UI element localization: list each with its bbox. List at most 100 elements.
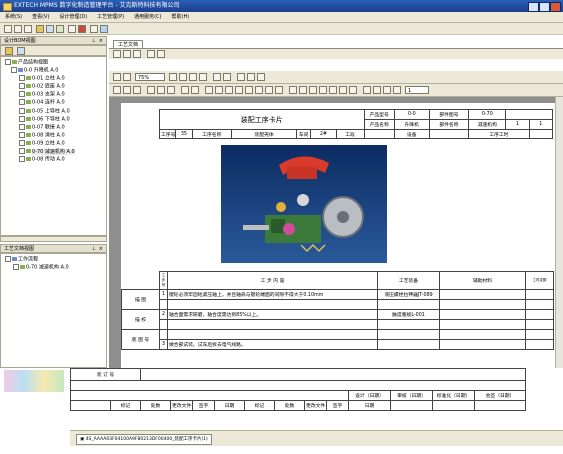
save-icon[interactable] bbox=[24, 25, 32, 33]
tree-item-selected[interactable]: 0-70 减速机构 A.0 bbox=[5, 264, 106, 272]
tree-item[interactable]: 0-05 上导柱 A.0 bbox=[5, 107, 106, 116]
circle-icon[interactable] bbox=[255, 86, 263, 94]
menu-process[interactable]: 工艺管理(P) bbox=[92, 12, 129, 23]
sign-label: 更改文件号 bbox=[170, 400, 194, 411]
align-left-icon[interactable] bbox=[113, 86, 121, 94]
bom-filter-icon[interactable] bbox=[17, 47, 25, 55]
copy-icon[interactable] bbox=[46, 25, 54, 33]
fill-icon[interactable] bbox=[299, 86, 307, 94]
new-icon[interactable] bbox=[4, 25, 12, 33]
menu-design[interactable]: 设计管理(D) bbox=[54, 12, 92, 23]
align-center-icon[interactable] bbox=[123, 86, 131, 94]
property-icon[interactable] bbox=[349, 86, 357, 94]
rect-icon[interactable] bbox=[265, 86, 273, 94]
text-icon[interactable] bbox=[205, 86, 213, 94]
zoom-select[interactable]: 75% bbox=[135, 73, 165, 81]
image-icon[interactable] bbox=[215, 86, 223, 94]
prev-page-icon[interactable] bbox=[373, 86, 381, 94]
blank bbox=[505, 109, 553, 120]
tree-item[interactable]: 0-06 下导柱 A.0 bbox=[5, 115, 106, 124]
main-toolbar bbox=[0, 23, 563, 35]
zoom-out-icon[interactable] bbox=[179, 73, 187, 81]
open-icon[interactable] bbox=[14, 25, 22, 33]
tree-item[interactable]: 0-02 底座 A.0 bbox=[5, 83, 106, 91]
menu-view[interactable]: 查看(V) bbox=[27, 12, 54, 23]
tree-root[interactable]: 产品结构视图 bbox=[5, 59, 106, 67]
close-button[interactable] bbox=[550, 2, 561, 12]
panel-close-icon[interactable]: × bbox=[99, 245, 103, 253]
doc-preview-icon[interactable] bbox=[147, 50, 155, 58]
tree-item[interactable]: 0-08 传动 A.0 bbox=[5, 156, 106, 164]
minimize-button[interactable] bbox=[528, 2, 539, 12]
maximize-button[interactable] bbox=[539, 2, 550, 12]
page-select[interactable]: 1 bbox=[405, 86, 429, 94]
properties-icon[interactable] bbox=[90, 25, 98, 33]
last-page-icon[interactable] bbox=[393, 86, 401, 94]
align-right-icon[interactable] bbox=[133, 86, 141, 94]
folder-icon[interactable] bbox=[36, 25, 44, 33]
redo-icon[interactable] bbox=[123, 73, 131, 81]
column-icon[interactable] bbox=[167, 86, 175, 94]
table-icon[interactable] bbox=[147, 86, 155, 94]
tree-item[interactable]: 0-09 立柱 A.0 bbox=[5, 139, 106, 148]
tree-item[interactable]: 0-03 支架 A.0 bbox=[5, 91, 106, 99]
sheet-icon[interactable] bbox=[319, 86, 327, 94]
select-icon[interactable] bbox=[223, 73, 231, 81]
row-icon[interactable] bbox=[157, 86, 165, 94]
frame-icon[interactable] bbox=[309, 86, 317, 94]
mirror-icon[interactable] bbox=[247, 73, 255, 81]
tree-item[interactable]: 0-08 滑柱 A.0 bbox=[5, 131, 106, 140]
tree-item[interactable]: 0-01 立柱 A.0 bbox=[5, 75, 106, 83]
zoom-in-icon[interactable] bbox=[169, 73, 177, 81]
arrow-icon[interactable] bbox=[245, 86, 253, 94]
lower-area: 装 订 号 设计（日期） 审核（日期） 标准化（日期） 会签（日期） 标记 处数… bbox=[0, 368, 563, 430]
menu-bar: 系统(S) 查看(V) 设计管理(D) 工艺管理(P) 通用服务(C) 帮助(H) bbox=[0, 12, 563, 23]
zoom-fit-icon[interactable] bbox=[189, 73, 197, 81]
line-icon[interactable] bbox=[235, 86, 243, 94]
print-icon[interactable] bbox=[68, 25, 76, 33]
menu-common[interactable]: 通用服务(C) bbox=[129, 12, 166, 23]
tree-node-top[interactable]: 0-0 升降机 A.0 bbox=[5, 67, 106, 75]
tree-item-selected[interactable]: 0-70 减速机构 A.0 bbox=[5, 148, 106, 156]
rotate-icon[interactable] bbox=[237, 73, 245, 81]
paste-icon[interactable] bbox=[56, 25, 64, 33]
blank bbox=[167, 329, 378, 340]
bom-tool-icon[interactable] bbox=[5, 47, 13, 55]
next-page-icon[interactable] bbox=[383, 86, 391, 94]
pin-icon[interactable]: ⊥ bbox=[92, 245, 96, 253]
grid-icon[interactable] bbox=[339, 86, 347, 94]
doc-export-icon[interactable] bbox=[133, 50, 141, 58]
play-icon[interactable] bbox=[225, 86, 233, 94]
zoom-window-icon[interactable] bbox=[199, 73, 207, 81]
find-icon[interactable] bbox=[289, 86, 297, 94]
delete-icon[interactable] bbox=[78, 25, 86, 33]
tree-root[interactable]: 工作流程 bbox=[5, 256, 106, 264]
first-page-icon[interactable] bbox=[363, 86, 371, 94]
step-no: 1 bbox=[159, 289, 168, 300]
menu-help[interactable]: 帮助(H) bbox=[167, 12, 195, 23]
window-icon[interactable] bbox=[100, 25, 108, 33]
panel-close-icon[interactable]: × bbox=[99, 37, 103, 45]
hardware bbox=[300, 243, 326, 253]
refresh-icon[interactable] bbox=[257, 73, 265, 81]
label: 部件名称 bbox=[428, 119, 470, 130]
symbol-icon[interactable] bbox=[191, 86, 199, 94]
value: 2# bbox=[310, 129, 337, 139]
bom-horizontal-scrollbar[interactable] bbox=[0, 236, 107, 242]
pan-icon[interactable] bbox=[213, 73, 221, 81]
doc-pen-icon[interactable] bbox=[157, 50, 165, 58]
note-icon[interactable] bbox=[275, 86, 283, 94]
tree-item[interactable]: 0-07 联接 A.0 bbox=[5, 123, 106, 132]
layer-icon[interactable] bbox=[329, 86, 337, 94]
insert-icon[interactable] bbox=[181, 86, 189, 94]
tree-item[interactable]: 0-04 连杆 A.0 bbox=[5, 99, 106, 107]
doc-vertical-scrollbar[interactable] bbox=[555, 97, 563, 379]
side-label: 底 图 号 bbox=[121, 329, 160, 350]
doc-toolbar-1 bbox=[109, 49, 563, 59]
menu-system[interactable]: 系统(S) bbox=[0, 12, 27, 23]
pin-icon[interactable]: ⊥ bbox=[92, 37, 96, 45]
undo-icon[interactable] bbox=[113, 73, 121, 81]
doc-print-icon[interactable] bbox=[123, 50, 131, 58]
open-document-tab[interactable]: ▣ 4S_AAAA03F04100A9F80213DF00400_装配工序卡片(… bbox=[76, 434, 212, 445]
doc-save-icon[interactable] bbox=[113, 50, 121, 58]
